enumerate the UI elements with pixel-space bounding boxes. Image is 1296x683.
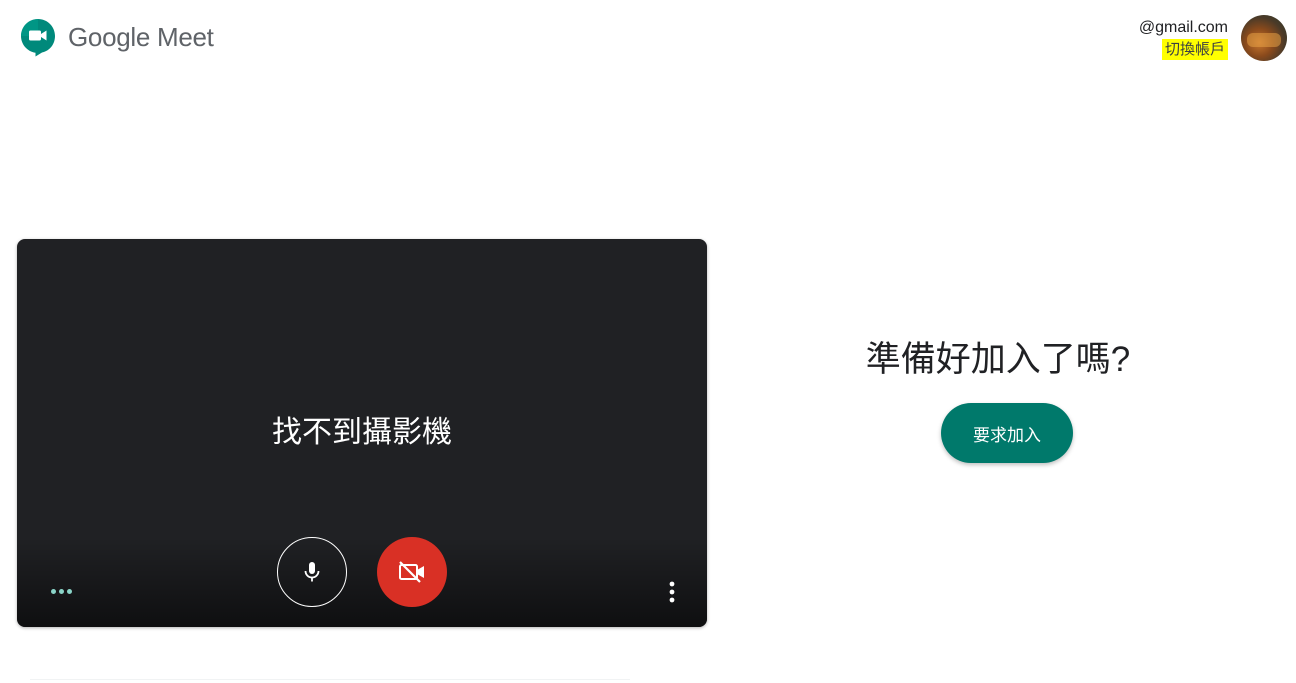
brand-name: Google Meet xyxy=(68,21,214,52)
microphone-toggle-button[interactable] xyxy=(277,537,347,607)
camera-toggle-button[interactable] xyxy=(377,537,447,607)
more-options-button[interactable] xyxy=(657,579,687,605)
video-preview: 找不到攝影機 xyxy=(17,239,707,627)
audio-dots-icon xyxy=(51,589,72,594)
meet-logo-icon xyxy=(21,19,55,57)
account-info: @gmail.com 切換帳戶 xyxy=(1139,18,1228,60)
camera-not-found-message: 找不到攝影機 xyxy=(272,416,452,449)
switch-account-link[interactable]: 切換帳戶 xyxy=(1161,39,1228,60)
account-email: @gmail.com xyxy=(1138,19,1228,36)
ready-to-join-heading: 準備好加入了嗎? xyxy=(865,340,1131,379)
top-bar: Google Meet @gmail.com 切換帳戶 xyxy=(0,0,1296,80)
ask-to-join-button[interactable]: 要求加入 xyxy=(941,403,1073,463)
divider xyxy=(30,679,630,680)
microphone-icon xyxy=(304,562,320,582)
more-vert-icon xyxy=(669,581,675,603)
camera-off-icon xyxy=(399,561,424,583)
preview-gradient xyxy=(17,537,707,627)
google-meet-logo[interactable]: Google Meet xyxy=(20,17,214,57)
avatar[interactable] xyxy=(1241,15,1287,61)
